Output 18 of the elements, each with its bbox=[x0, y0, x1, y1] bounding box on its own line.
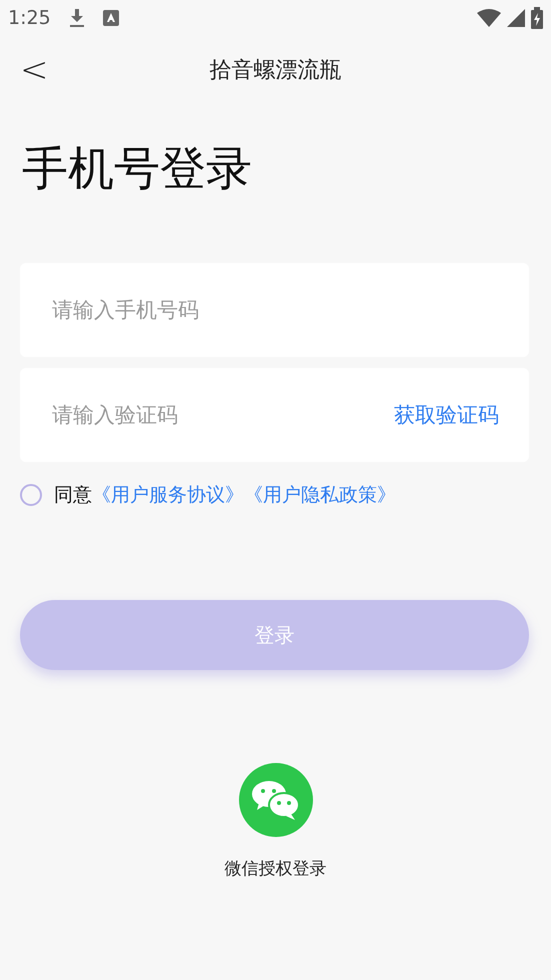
code-field[interactable]: 请输入验证码 bbox=[50, 402, 394, 428]
agree-radio[interactable] bbox=[20, 484, 42, 506]
back-button[interactable]: < bbox=[14, 50, 54, 90]
agreement-link[interactable]: 《用户服务协议》 bbox=[92, 482, 244, 508]
app-notification-icon bbox=[102, 10, 119, 26]
agree-text: 同意 bbox=[54, 483, 92, 508]
page-title: 拾音螺漂流瓶 bbox=[210, 57, 342, 85]
status-time: 1:25 bbox=[8, 7, 51, 29]
wifi-icon bbox=[477, 9, 501, 27]
phone-field[interactable]: 请输入手机号码 bbox=[50, 297, 499, 323]
wechat-login-label: 微信授权登录 bbox=[224, 858, 326, 880]
login-heading: 手机号登录 bbox=[22, 140, 253, 196]
get-code-button[interactable]: 获取验证码 bbox=[394, 401, 499, 429]
agreement-link[interactable]: 《用户隐私政策》 bbox=[244, 482, 396, 508]
battery-icon bbox=[531, 7, 543, 29]
signal-icon bbox=[507, 9, 525, 27]
chat-bubbles-icon bbox=[250, 779, 300, 821]
download-icon bbox=[68, 8, 85, 28]
